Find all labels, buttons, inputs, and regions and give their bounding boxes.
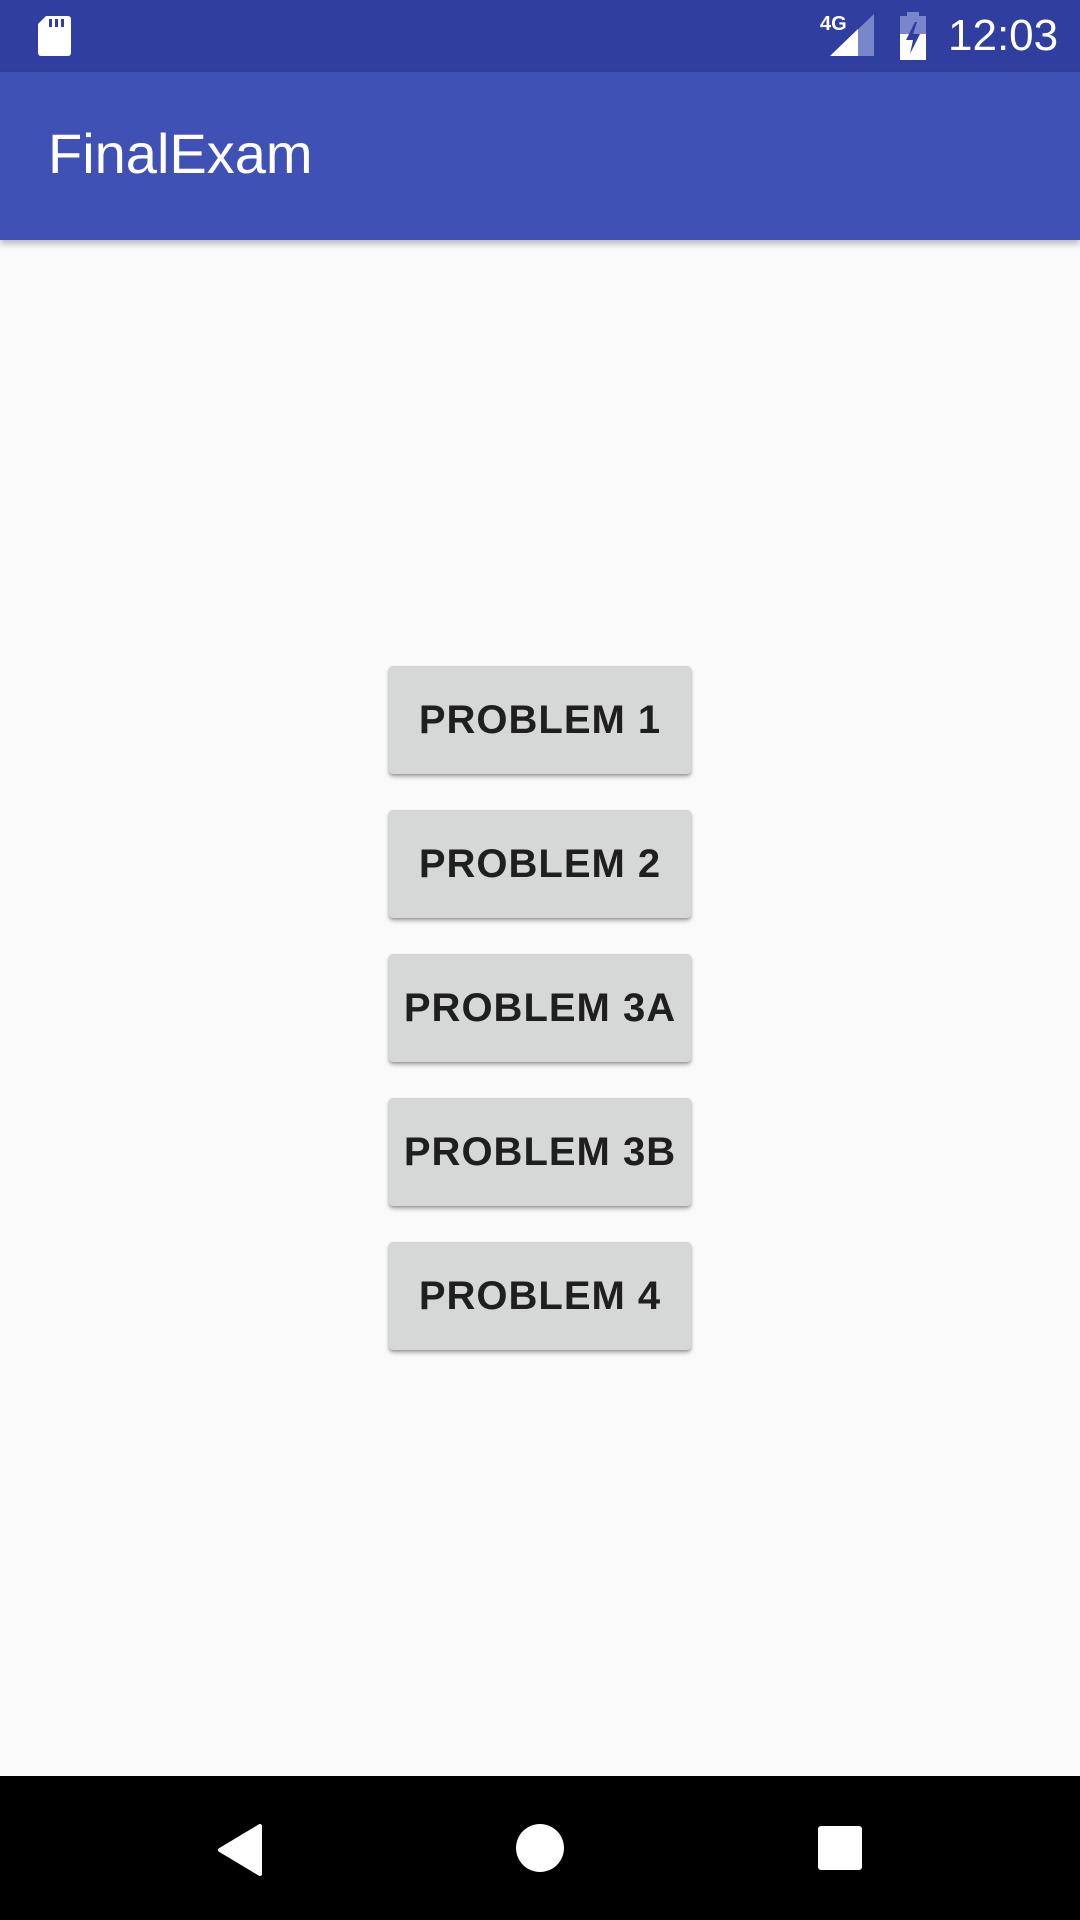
problem-2-button[interactable]: PROBLEM 2 bbox=[389, 810, 691, 918]
home-button[interactable] bbox=[440, 1776, 640, 1920]
recents-button[interactable] bbox=[740, 1776, 940, 1920]
main-content: PROBLEM 1 PROBLEM 2 PROBLEM 3A PROBLEM 3… bbox=[0, 240, 1080, 1776]
app-bar: FinalExam bbox=[0, 72, 1080, 240]
sd-card-icon bbox=[38, 16, 71, 56]
clock: 12:03 bbox=[948, 11, 1059, 60]
navigation-bar bbox=[0, 1776, 1080, 1920]
battery-charging-icon bbox=[900, 12, 926, 60]
recents-icon bbox=[818, 1826, 862, 1870]
network-label: 4G bbox=[820, 13, 847, 35]
problem-3a-button[interactable]: PROBLEM 3A bbox=[389, 954, 691, 1062]
home-icon bbox=[516, 1824, 564, 1872]
problem-3b-button[interactable]: PROBLEM 3B bbox=[389, 1098, 691, 1206]
back-icon bbox=[218, 1824, 262, 1876]
status-bar: 4G 12:03 bbox=[0, 0, 1080, 72]
app-title: FinalExam bbox=[48, 122, 313, 185]
problem-4-button[interactable]: PROBLEM 4 bbox=[389, 1242, 691, 1350]
back-button[interactable] bbox=[140, 1776, 340, 1920]
signal-icon: 4G bbox=[820, 13, 874, 56]
screen: 4G 12:03 FinalExam PROBLEM 1 PROBLEM 2 P… bbox=[0, 0, 1080, 1920]
problem-1-button[interactable]: PROBLEM 1 bbox=[389, 666, 691, 774]
